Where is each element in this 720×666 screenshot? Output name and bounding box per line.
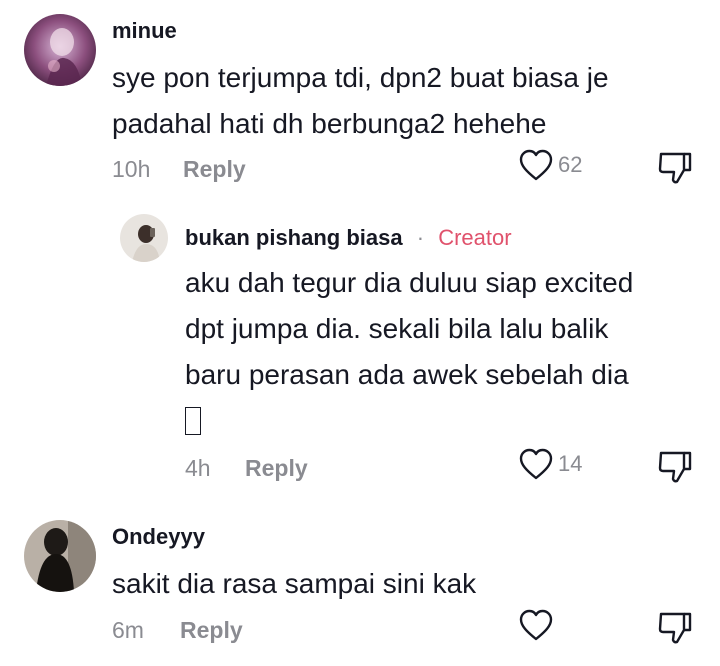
comment-timestamp: 4h (185, 455, 211, 481)
comment-text-line: sye pon terjumpa tdi, dpn2 buat biasa je (112, 62, 609, 93)
missing-glyph-icon (185, 406, 201, 435)
reply-username[interactable]: bukan pishang biasa (185, 225, 403, 250)
reply-comment-item: bukan pishang biasa · Creator aku dah te… (0, 200, 720, 500)
heart-outline-icon (519, 609, 553, 641)
avatar[interactable] (24, 520, 96, 592)
reply-button[interactable]: Reply (245, 455, 308, 482)
dislike-button[interactable] (657, 610, 693, 651)
thumbs-down-icon (658, 612, 692, 644)
like-button[interactable]: 14 (518, 447, 582, 481)
heart-outline-icon (519, 149, 553, 181)
emoji-placeholder (185, 398, 633, 444)
comment-text: sye pon terjumpa tdi, dpn2 buat biasa je… (112, 55, 609, 147)
dislike-button[interactable] (657, 150, 693, 191)
reply-button[interactable]: Reply (183, 156, 246, 183)
comment-text-line: dpt jumpa dia. sekali bila lalu balik (185, 313, 609, 344)
avatar[interactable] (24, 14, 96, 86)
comment-text-line: padahal hati dh berbunga2 hehehe (112, 108, 547, 139)
comment-username[interactable]: minue (112, 18, 177, 44)
comment-timestamp: 6m (112, 617, 144, 643)
comment-item: Ondeyyy sakit dia rasa sampai sini kak 6… (0, 500, 720, 666)
comment-username[interactable]: Ondeyyy (112, 524, 205, 550)
comment-text: sakit dia rasa sampai sini kak (112, 561, 476, 607)
avatar[interactable] (120, 214, 168, 262)
comment-timestamp: 10h (112, 156, 151, 182)
reply-button[interactable]: Reply (180, 617, 243, 644)
comment-text-line: sakit dia rasa sampai sini kak (112, 568, 477, 599)
thumbs-down-icon (658, 451, 692, 483)
comment-username: bukan pishang biasa · Creator (185, 225, 512, 251)
like-button[interactable]: 62 (518, 148, 582, 182)
heart-outline-icon (519, 448, 553, 480)
thumbs-down-icon (658, 152, 692, 184)
comment-text-line: baru perasan ada awek sebelah dia (185, 359, 629, 390)
like-count: 62 (558, 152, 583, 177)
separator-dot: · (416, 225, 425, 250)
comment-text-line: aku dah tegur dia duluu siap excited (185, 267, 634, 298)
dislike-button[interactable] (657, 449, 693, 490)
comment-text: aku dah tegur dia duluu siap excited dpt… (185, 260, 633, 444)
like-button[interactable] (518, 608, 558, 642)
creator-badge: Creator (438, 225, 512, 250)
comment-item: minue sye pon terjumpa tdi, dpn2 buat bi… (0, 0, 720, 200)
like-count: 14 (558, 451, 583, 476)
